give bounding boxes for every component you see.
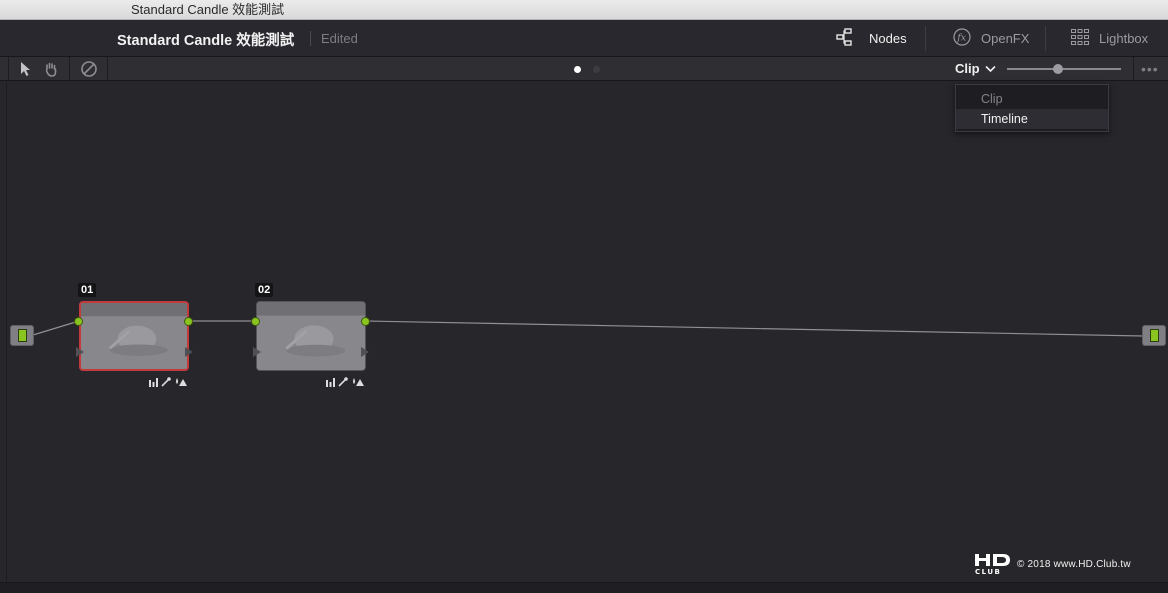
- picker-icon: [161, 377, 171, 387]
- header-divider: [1045, 26, 1046, 51]
- project-title: Standard Candle 效能測試: [117, 33, 295, 49]
- toolbar-divider: [1133, 57, 1134, 81]
- qualifier-icon: [176, 378, 187, 386]
- node-01-tool-indicators: [149, 376, 187, 388]
- hdclub-logo: CLUB: [975, 554, 1010, 575]
- picker-icon: [338, 377, 348, 387]
- node-01-label: 01: [78, 283, 97, 297]
- histogram-icon: [149, 377, 158, 387]
- svg-text:fx: fx: [956, 33, 967, 44]
- mode-option-clip[interactable]: Clip: [956, 89, 1108, 109]
- chevron-down-icon: [984, 65, 996, 73]
- pointer-icon[interactable]: [16, 60, 34, 78]
- more-options-icon[interactable]: •••: [1141, 61, 1159, 77]
- key-input-port[interactable]: [76, 347, 84, 357]
- node-input-port[interactable]: [74, 317, 83, 326]
- node-02[interactable]: [256, 301, 366, 371]
- output-node[interactable]: [1142, 325, 1166, 346]
- key-input-port[interactable]: [253, 347, 261, 357]
- bypass-icon[interactable]: [80, 60, 98, 78]
- window-title: Standard Candle 效能測試: [0, 0, 1168, 20]
- key-output-port[interactable]: [361, 347, 369, 357]
- node-output-port[interactable]: [184, 317, 193, 326]
- output-indicator: [1150, 329, 1159, 342]
- nodes-button[interactable]: Nodes: [836, 20, 907, 57]
- node-02-label: 02: [255, 283, 274, 297]
- nodes-button-label: Nodes: [869, 31, 907, 46]
- grid-icon: [1070, 28, 1090, 49]
- zoom-slider-knob[interactable]: [1053, 64, 1064, 74]
- node-graph-canvas[interactable]: 01 02: [0, 81, 1168, 583]
- mode-select-value: Clip: [955, 61, 980, 76]
- connection-line: [32, 320, 80, 336]
- tool-group: [8, 57, 108, 81]
- fx-icon: fx: [952, 27, 972, 50]
- mode-select[interactable]: Clip: [955, 61, 996, 76]
- node-output-port[interactable]: [361, 317, 370, 326]
- page-indicator[interactable]: [593, 66, 600, 73]
- watermark: CLUB © 2018 www.HD.Club.tw: [974, 553, 1131, 575]
- header-divider: [925, 26, 926, 51]
- zoom-slider[interactable]: [1007, 68, 1121, 70]
- source-input-node[interactable]: [10, 325, 34, 346]
- bottom-bar: [0, 582, 1168, 593]
- node-thumbnail: [257, 302, 365, 370]
- watermark-text: © 2018 www.HD.Club.tw: [1017, 558, 1131, 570]
- nodes-icon: [836, 28, 860, 49]
- svg-text:CLUB: CLUB: [975, 568, 1001, 575]
- histogram-icon: [326, 377, 335, 387]
- mode-dropdown-menu: Clip Timeline: [955, 84, 1109, 132]
- node-toolbar: Clip •••: [0, 57, 1168, 81]
- page-indicator-active[interactable]: [574, 66, 581, 73]
- lightbox-button[interactable]: Lightbox: [1070, 20, 1148, 57]
- source-indicator: [18, 329, 27, 342]
- connection-line: [365, 320, 1144, 337]
- node-02-tool-indicators: [326, 376, 364, 388]
- qualifier-icon: [353, 378, 364, 386]
- edited-status: Edited: [321, 31, 358, 46]
- mode-option-timeline[interactable]: Timeline: [956, 109, 1108, 129]
- node-input-port[interactable]: [251, 317, 260, 326]
- openfx-button-label: OpenFX: [981, 31, 1030, 46]
- panel-edge: [6, 82, 7, 582]
- lightbox-button-label: Lightbox: [1099, 31, 1149, 46]
- key-output-port[interactable]: [185, 347, 193, 357]
- app-header: Standard Candle 效能測試 Edited Nodes fx Ope…: [0, 20, 1168, 57]
- title-divider: [310, 31, 311, 46]
- hand-icon[interactable]: [42, 60, 60, 78]
- node-01[interactable]: [79, 301, 189, 371]
- openfx-button[interactable]: fx OpenFX: [952, 20, 1029, 57]
- toolbar-divider: [69, 57, 70, 81]
- node-thumbnail: [81, 303, 187, 369]
